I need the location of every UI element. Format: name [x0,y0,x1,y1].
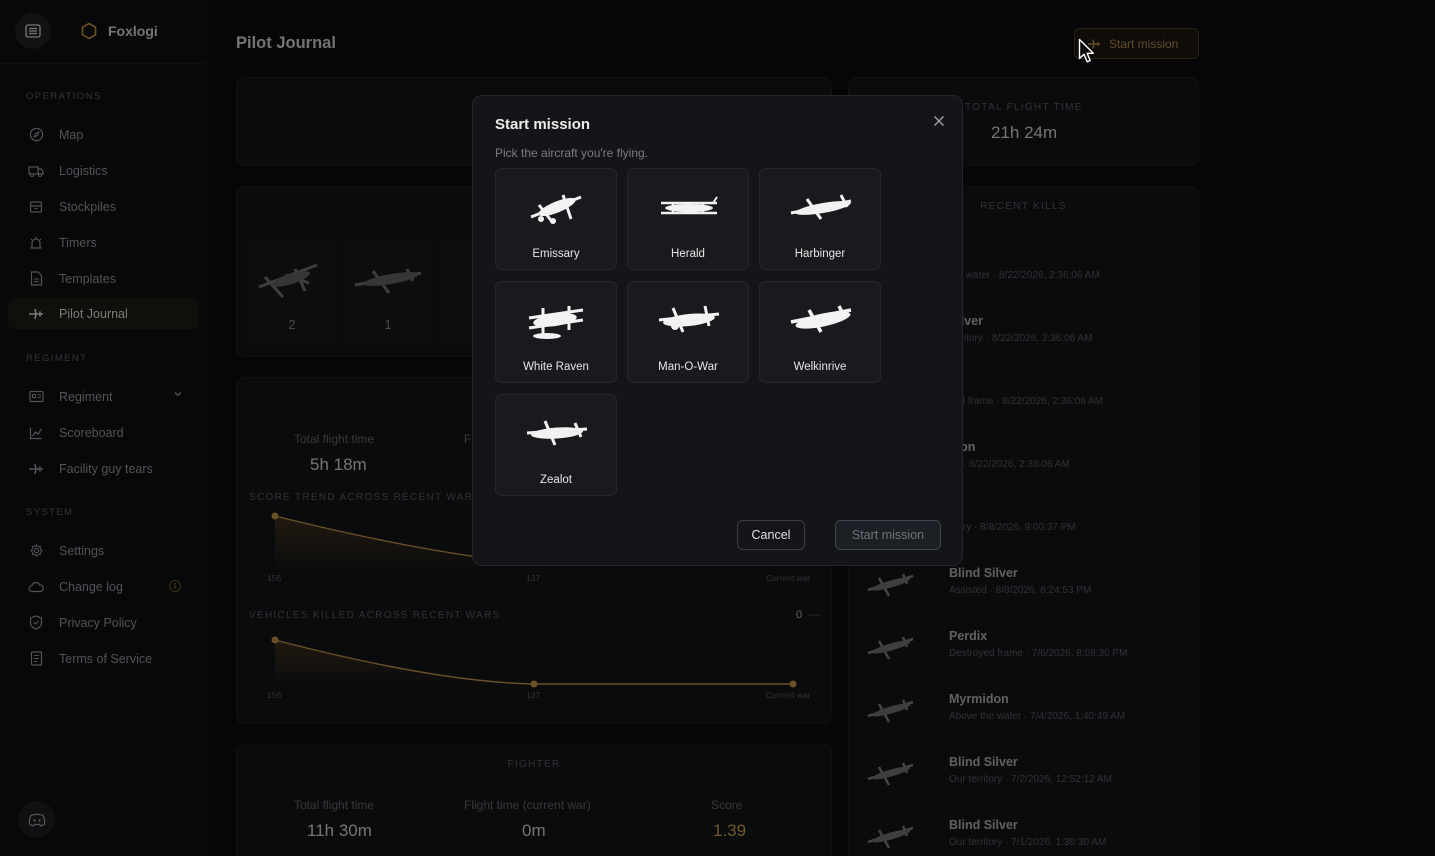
close-icon [933,115,945,127]
aircraft-icon [528,306,584,339]
aircraft-option-white-raven[interactable]: White Raven [495,281,617,383]
aircraft-option-label: Zealot [540,474,572,486]
aircraft-option-label: Man-O-War [658,361,718,373]
aircraft-option-herald[interactable]: Herald [627,168,749,270]
aircraft-option-label: White Raven [523,361,589,373]
aircraft-option-label: Harbinger [794,248,846,260]
aircraft-option-man-o-war[interactable]: Man-O-War [627,281,749,383]
aircraft-option-label: Herald [671,248,705,260]
start-mission-button[interactable]: Start mission [835,520,941,550]
cancel-button[interactable]: Cancel [737,520,805,550]
aircraft-icon [530,194,582,224]
mouse-cursor-icon [1078,38,1094,63]
aircraft-option-harbinger[interactable]: Harbinger [759,168,881,270]
close-button[interactable] [930,112,948,130]
modal-subtitle: Pick the aircraft you're flying. [495,146,649,160]
aircraft-icon [658,305,720,333]
aircraft-option-label: Emissary [532,248,580,260]
aircraft-icon [661,196,718,215]
start-mission-modal: Start mission Pick the aircraft you're f… [472,95,963,566]
aircraft-option-label: Welkinrive [793,361,847,373]
aircraft-option-welkinrive[interactable]: Welkinrive [759,281,881,383]
aircraft-icon [790,305,852,333]
aircraft-option-emissary[interactable]: Emissary [495,168,617,270]
aircraft-icon [790,194,852,220]
modal-title: Start mission [495,116,591,133]
aircraft-icon [526,420,588,446]
aircraft-option-zealot[interactable]: Zealot [495,394,617,496]
